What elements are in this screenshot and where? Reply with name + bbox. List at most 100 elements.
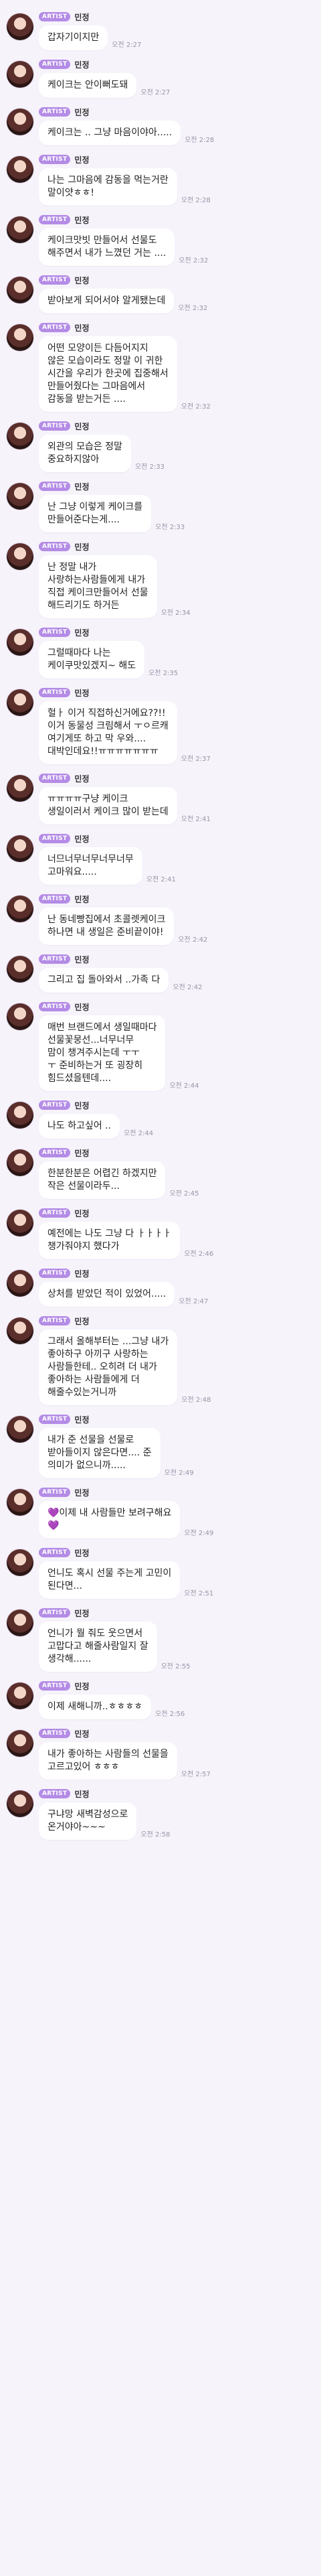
chat-message: ARTIST 민정 상처를 받았던 적이 있었어..... 오전 2:47 — [0, 1267, 321, 1307]
message-bubble[interactable]: 매번 브랜드에서 생일때마다 선물꽃뭉선...너무너무 맘이 챙겨주시는데 ㅜㅜ… — [39, 1015, 166, 1091]
message-time: 오전 2:49 — [184, 1530, 214, 1537]
avatar[interactable] — [7, 956, 33, 983]
message-time: 오전 2:32 — [181, 403, 211, 411]
bubble-row: 상처를 받았던 적이 있었어..... 오전 2:47 — [39, 1282, 314, 1307]
message-bubble[interactable]: 그럴때마다 나는 케이쿠맛있겠지~ 해도 — [39, 641, 145, 678]
avatar[interactable] — [7, 1683, 33, 1709]
message-bubble[interactable]: 너므너무너무너무너무 고마워요..... — [39, 847, 142, 885]
sender-row: ARTIST 민정 — [39, 321, 314, 334]
bubble-row: 매번 브랜드에서 생일때마다 선물꽃뭉선...너무너무 맘이 챙겨주시는데 ㅜㅜ… — [39, 1015, 314, 1091]
artist-badge: ARTIST — [39, 774, 71, 783]
message-bubble[interactable]: 외관의 모습은 정말 중요하지않아 — [39, 435, 131, 472]
avatar[interactable] — [7, 423, 33, 449]
sender-row: ARTIST 민정 — [39, 953, 314, 965]
message-bubble[interactable]: 💜이제 내 사람들만 보려구해요 💜 — [39, 1501, 181, 1539]
avatar[interactable] — [7, 1317, 33, 1344]
avatar[interactable] — [7, 1549, 33, 1576]
avatar[interactable] — [7, 61, 33, 88]
message-bubble[interactable]: 예전에는 나도 그냥 다 ㅏㅏㅏㅏ 챙가줘야지 했다가 — [39, 1222, 181, 1259]
avatar[interactable] — [7, 483, 33, 510]
sender-row: ARTIST 민정 — [39, 1001, 314, 1013]
avatar[interactable] — [7, 109, 33, 135]
chat-message: ARTIST 민정 너므너무너무너무너무 고마워요..... 오전 2:41 — [0, 833, 321, 885]
avatar[interactable] — [7, 629, 33, 656]
sender-row: ARTIST 민정 — [39, 687, 314, 699]
message-bubble[interactable]: 언니가 뭘 줘도 웃으면서 고맙다고 해줄사람일지 잘 생각해...... — [39, 1622, 157, 1672]
message-bubble[interactable]: 케이크는 안이뻐도돼 — [39, 73, 137, 98]
avatar[interactable] — [7, 277, 33, 303]
chat-message: ARTIST 민정 헐ㅏ 이거 직접하신거에요??!! 이거 동물성 크림해서 … — [0, 687, 321, 764]
message-bubble[interactable]: 케이크는 .. 그냥 마음이야아..... — [39, 121, 181, 145]
avatar[interactable] — [7, 1003, 33, 1030]
message-time: 오전 2:44 — [124, 1130, 154, 1137]
sender-name: 민정 — [74, 1789, 90, 1799]
chat-message: ARTIST 민정 그럴때마다 나는 케이쿠맛있겠지~ 해도 오전 2:35 — [0, 626, 321, 678]
message-bubble[interactable]: 그래서 올해부터는 ...그냥 내가 좋아하구 아끼구 사랑하는 사람들한테..… — [39, 1330, 178, 1405]
sender-name: 민정 — [74, 12, 90, 22]
artist-badge: ARTIST — [39, 1729, 71, 1738]
avatar[interactable] — [7, 324, 33, 351]
message-bubble[interactable]: 내가 준 선물을 선물로 받아들이지 않은다면.... 준 의미가 없으니까..… — [39, 1428, 160, 1478]
sender-name: 민정 — [74, 1488, 90, 1498]
chat-message: ARTIST 민정 언니가 뭘 줘도 웃으면서 고맙다고 해줄사람일지 잘 생각… — [0, 1607, 321, 1672]
message-time: 오전 2:28 — [181, 197, 211, 204]
message-bubble[interactable]: 헐ㅏ 이거 직접하신거에요??!! 이거 동물성 크림해서 ㅜㅇ르캐 여기게또 … — [39, 701, 177, 764]
avatar[interactable] — [7, 1790, 33, 1817]
bubble-row: 구냐망 새벽감성으로 온거야아~~~ 오전 2:58 — [39, 1802, 314, 1840]
sender-row: ARTIST 민정 — [39, 1413, 314, 1425]
message-time: 오전 2:28 — [185, 137, 215, 144]
message-bubble[interactable]: 난 정말 내가 사랑하는사람들에게 내가 직접 케이크만들어서 선물 해드리기도… — [39, 555, 157, 618]
message-bubble[interactable]: 구냐망 새벽감성으로 온거야아~~~ — [39, 1802, 137, 1840]
sender-row: ARTIST 민정 — [39, 772, 314, 784]
avatar[interactable] — [7, 689, 33, 716]
sender-name: 민정 — [74, 1681, 90, 1691]
avatar[interactable] — [7, 543, 33, 570]
bubble-row: 케이크는 .. 그냥 마음이야아..... 오전 2:28 — [39, 121, 314, 145]
avatar[interactable] — [7, 835, 33, 862]
chat-message: ARTIST 민정 💜이제 내 사람들만 보려구해요 💜 오전 2:49 — [0, 1486, 321, 1539]
message-bubble[interactable]: 그리고 집 돌아와서 ..가족 다 — [39, 968, 169, 993]
message-bubble[interactable]: 갑자기이지만 — [39, 25, 108, 50]
avatar[interactable] — [7, 216, 33, 243]
message-time: 오전 2:35 — [148, 670, 179, 677]
avatar[interactable] — [7, 1102, 33, 1129]
message-time: 오전 2:42 — [173, 984, 203, 991]
message-bubble[interactable]: 상처를 받았던 적이 있었어..... — [39, 1282, 175, 1307]
chat-message: ARTIST 민정 구냐망 새벽감성으로 온거야아~~~ 오전 2:58 — [0, 1788, 321, 1840]
avatar[interactable] — [7, 1489, 33, 1516]
avatar[interactable] — [7, 1609, 33, 1636]
bubble-row: 케이크는 안이뻐도돼 오전 2:27 — [39, 73, 314, 98]
message-bubble[interactable]: 난 동네빵집에서 초콜렛케이크 하나면 내 생일은 준비끝이야! — [39, 908, 175, 945]
message-bubble[interactable]: 내가 좋아하는 사람들의 선물을 고르고있어 ㅎㅎㅎ — [39, 1742, 177, 1780]
message-bubble[interactable]: 받아보게 되어서야 알게됐는데 — [39, 289, 175, 313]
message-bubble[interactable]: 난 그냥 이렇게 케이크를 만들어준다는게.... — [39, 495, 152, 532]
message-bubble[interactable]: 나는 그마음에 감동을 먹는거란 말이얏ㅎㅎ! — [39, 168, 177, 206]
avatar[interactable] — [7, 1149, 33, 1176]
avatar[interactable] — [7, 775, 33, 802]
avatar[interactable] — [7, 1270, 33, 1297]
avatar[interactable] — [7, 156, 33, 183]
message-time: 오전 2:46 — [184, 1250, 214, 1258]
avatar[interactable] — [7, 1210, 33, 1236]
message-bubble[interactable]: 나도 하고싶어 .. — [39, 1114, 120, 1139]
chat-feed[interactable]: ARTIST 민정 갑자기이지만 오전 2:27 ARTIST 민정 케이크는 … — [0, 0, 321, 1840]
message-time: 오전 2:41 — [146, 876, 176, 883]
avatar[interactable] — [7, 896, 33, 922]
sender-row: ARTIST 민정 — [39, 1547, 314, 1559]
message-time: 오전 2:45 — [169, 1190, 199, 1198]
message-bubble[interactable]: 어떤 모양이든 다듬어지지 않은 모습이라도 정말 이 귀한 시간을 우리가 한… — [39, 336, 177, 412]
message-bubble[interactable]: ㅠㅠㅠㅠ구냥 케이크 생일이러서 케이크 많이 받는데 — [39, 787, 177, 825]
avatar[interactable] — [7, 1730, 33, 1757]
bubble-row: 내가 준 선물을 선물로 받아들이지 않은다면.... 준 의미가 없으니까..… — [39, 1428, 314, 1478]
message-bubble[interactable]: 언니도 혹시 선물 주는게 고민이 된다면... — [39, 1561, 181, 1599]
message-time: 오전 2:44 — [169, 1082, 199, 1090]
artist-badge: ARTIST — [39, 1488, 71, 1497]
message-bubble[interactable]: 한분한분은 어렵긴 하겠지만 작은 선물이라두... — [39, 1161, 166, 1199]
avatar[interactable] — [7, 13, 33, 40]
message-bubble[interactable]: 케이크맛빗 만들어서 선물도 해주면서 내가 느꼈던 거는 .... — [39, 228, 175, 266]
sender-name: 민정 — [74, 834, 90, 844]
sender-name: 민정 — [74, 323, 90, 333]
bubble-row: 이제 새해니까..ㅎㅎㅎㅎ 오전 2:56 — [39, 1695, 314, 1719]
avatar[interactable] — [7, 1416, 33, 1443]
message-bubble[interactable]: 이제 새해니까..ㅎㅎㅎㅎ — [39, 1695, 152, 1719]
